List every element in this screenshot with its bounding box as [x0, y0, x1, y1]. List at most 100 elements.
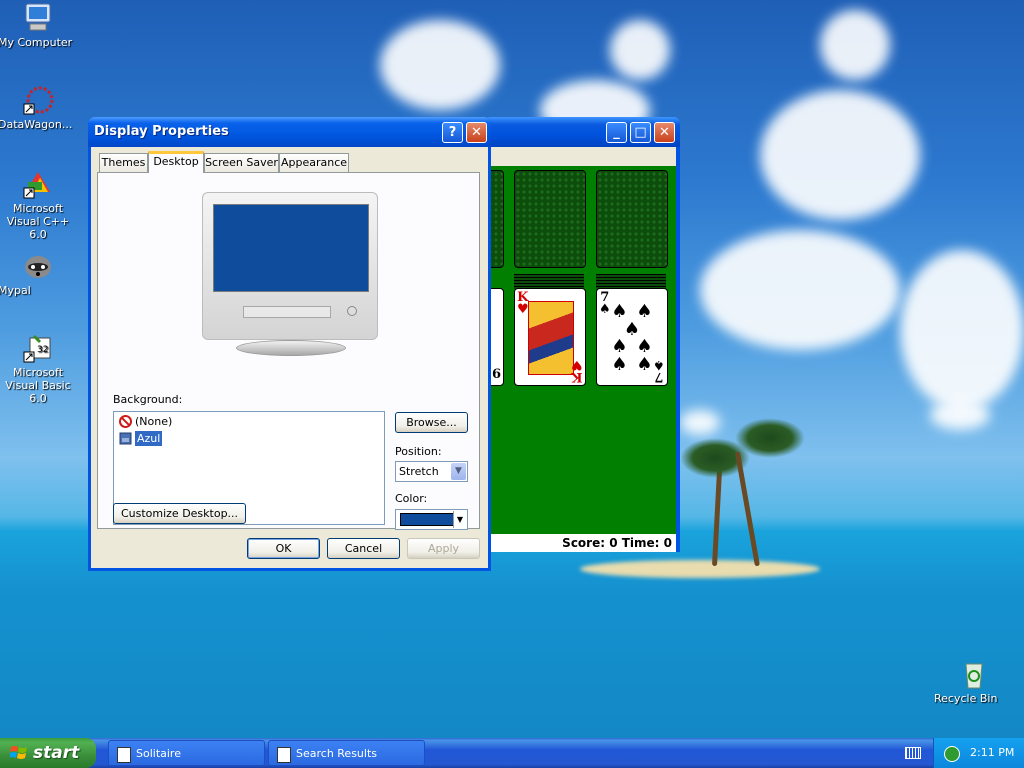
- desktop-icon-visual-basic[interactable]: 32 Microsoft Visual Basic 6.0: [0, 332, 78, 405]
- spade-pip: ♠: [611, 336, 628, 357]
- desktop-icon-label: Microsoft Visual C++ 6.0: [6, 202, 70, 241]
- solitaire-table: 6 K ♥ K ♥ 7 ♠ ♠ ♠ ♠ ♠ ♠ ♠ ♠ 7 ♠: [432, 166, 676, 534]
- island: [580, 560, 820, 578]
- card-stack-edge: [514, 274, 584, 289]
- cancel-button[interactable]: Cancel: [327, 538, 400, 559]
- desktop-icon-label: Microsoft Visual Basic 6.0: [5, 366, 71, 405]
- desktop-icon-datawagon[interactable]: DataWagon...: [0, 84, 78, 131]
- none-icon: [119, 415, 132, 428]
- cloud: [760, 90, 920, 220]
- tab-themes[interactable]: Themes: [99, 153, 148, 172]
- card-suit: ♥: [517, 302, 529, 317]
- dialog-body: Themes Desktop Screen Saver Appearance B…: [91, 147, 488, 568]
- solitaire-status-bar: Score: 0 Time: 0: [488, 534, 676, 552]
- list-item-label: (None): [135, 415, 173, 428]
- visual-cpp-icon: [22, 168, 54, 200]
- clock[interactable]: 2:11 PM: [970, 738, 1014, 768]
- start-label: start: [33, 743, 80, 763]
- background-label: Background:: [113, 393, 183, 406]
- position-select[interactable]: Stretch ▼: [395, 461, 468, 482]
- card-suit: ♥: [571, 357, 583, 372]
- task-label: Solitaire: [136, 747, 181, 760]
- svg-text:32: 32: [37, 345, 48, 355]
- system-tray: 2:11 PM: [933, 738, 1024, 768]
- minimize-button[interactable]: _: [606, 122, 627, 143]
- taskbar-item-solitaire[interactable]: Solitaire: [108, 740, 265, 766]
- monitor-slot: [243, 306, 331, 318]
- list-item[interactable]: Azul: [119, 430, 164, 447]
- dialog-title-bar[interactable]: Display Properties ? ✕: [88, 117, 491, 147]
- keyboard-icon[interactable]: [905, 747, 921, 759]
- color-picker-button[interactable]: ▼: [395, 509, 468, 530]
- list-item-label: Azul: [133, 430, 164, 447]
- browse-button[interactable]: Browse...: [395, 412, 468, 433]
- close-button[interactable]: ✕: [466, 122, 487, 143]
- chevron-down-icon: ▼: [453, 511, 466, 528]
- monitor-preview-screen: [213, 204, 369, 292]
- dialog-title: Display Properties: [94, 124, 229, 139]
- desktop-icon-label: Mypal: [0, 284, 31, 297]
- close-button[interactable]: ✕: [654, 122, 675, 143]
- cloud: [930, 400, 990, 430]
- tab-screen-saver[interactable]: Screen Saver: [204, 153, 279, 172]
- desktop-icon-recycle-bin[interactable]: Recycle Bin: [934, 658, 1014, 705]
- palm-trunk: [712, 470, 723, 567]
- customize-desktop-button[interactable]: Customize Desktop...: [113, 503, 246, 524]
- color-swatch: [400, 513, 454, 526]
- my-computer-icon: [22, 2, 54, 34]
- monitor-power-led: [347, 306, 357, 316]
- king-face-art: [528, 301, 574, 375]
- bitmap-icon: [119, 432, 132, 445]
- datawagon-icon: [22, 84, 54, 116]
- desktop-icon-mypal[interactable]: Mypal: [0, 250, 78, 297]
- network-icon[interactable]: [944, 746, 960, 762]
- close-icon: ✕: [659, 125, 670, 140]
- solitaire-window[interactable]: _ □ ✕ 6 K ♥ K ♥ 7 ♠ ♠ ♠ ♠ ♠ ♠ ♠ ♠ 7 ♠ Sc…: [432, 117, 680, 552]
- list-item[interactable]: (None): [119, 414, 172, 429]
- minimize-icon: _: [613, 125, 620, 140]
- cloud: [820, 10, 890, 80]
- color-label: Color:: [395, 492, 428, 505]
- tab-appearance[interactable]: Appearance: [279, 153, 349, 172]
- taskbar-item-search-results[interactable]: Search Results: [268, 740, 425, 766]
- solitaire-menu-bar: [488, 147, 676, 166]
- position-label: Position:: [395, 445, 442, 458]
- maximize-icon: □: [634, 125, 647, 140]
- cloud: [610, 20, 670, 80]
- spade-pip: ♠: [611, 301, 628, 322]
- maximize-button[interactable]: □: [630, 122, 651, 143]
- foundation-pile[interactable]: [596, 170, 668, 268]
- windows-logo-icon: [10, 746, 27, 759]
- help-icon: ?: [448, 125, 457, 140]
- mypal-raccoon-icon: [22, 250, 54, 282]
- display-properties-dialog[interactable]: Display Properties ? ✕ Themes Desktop Sc…: [88, 117, 491, 571]
- ok-button[interactable]: OK: [247, 538, 320, 559]
- spade-pip: ♠: [636, 301, 653, 322]
- solitaire-icon: [117, 747, 131, 763]
- desktop-tab-panel: Background: (None) Azul Browse... Positi…: [97, 172, 480, 530]
- start-button[interactable]: start: [0, 738, 96, 768]
- cloud: [700, 230, 900, 350]
- help-button[interactable]: ?: [442, 122, 463, 143]
- solitaire-title-bar[interactable]: _ □ ✕: [484, 117, 680, 147]
- spade-pip: ♠: [611, 353, 628, 375]
- apply-button[interactable]: Apply: [407, 538, 480, 559]
- desktop-icon-visual-cpp[interactable]: Microsoft Visual C++ 6.0: [0, 168, 78, 241]
- monitor-preview: [202, 192, 378, 340]
- monitor-stand: [236, 340, 346, 356]
- position-value: Stretch: [399, 465, 439, 478]
- chevron-down-icon: ▼: [451, 463, 466, 480]
- playing-card[interactable]: K ♥ K ♥: [514, 288, 586, 386]
- task-label: Search Results: [296, 747, 378, 760]
- playing-card[interactable]: 7 ♠ ♠ ♠ ♠ ♠ ♠ ♠ ♠ 7 ♠: [596, 288, 668, 386]
- cloud: [680, 410, 720, 435]
- card-suit: ♠: [653, 357, 665, 372]
- card-corner: K ♥: [517, 291, 529, 317]
- desktop-icon-label: Recycle Bin: [934, 692, 998, 705]
- foundation-pile[interactable]: [514, 170, 586, 268]
- tab-desktop[interactable]: Desktop: [148, 151, 204, 173]
- desktop-icon-label: DataWagon...: [0, 118, 73, 131]
- desktop-icon-my-computer[interactable]: My Computer: [0, 2, 78, 49]
- spade-pip: ♠: [636, 336, 653, 357]
- desktop-icon-label: My Computer: [0, 36, 73, 49]
